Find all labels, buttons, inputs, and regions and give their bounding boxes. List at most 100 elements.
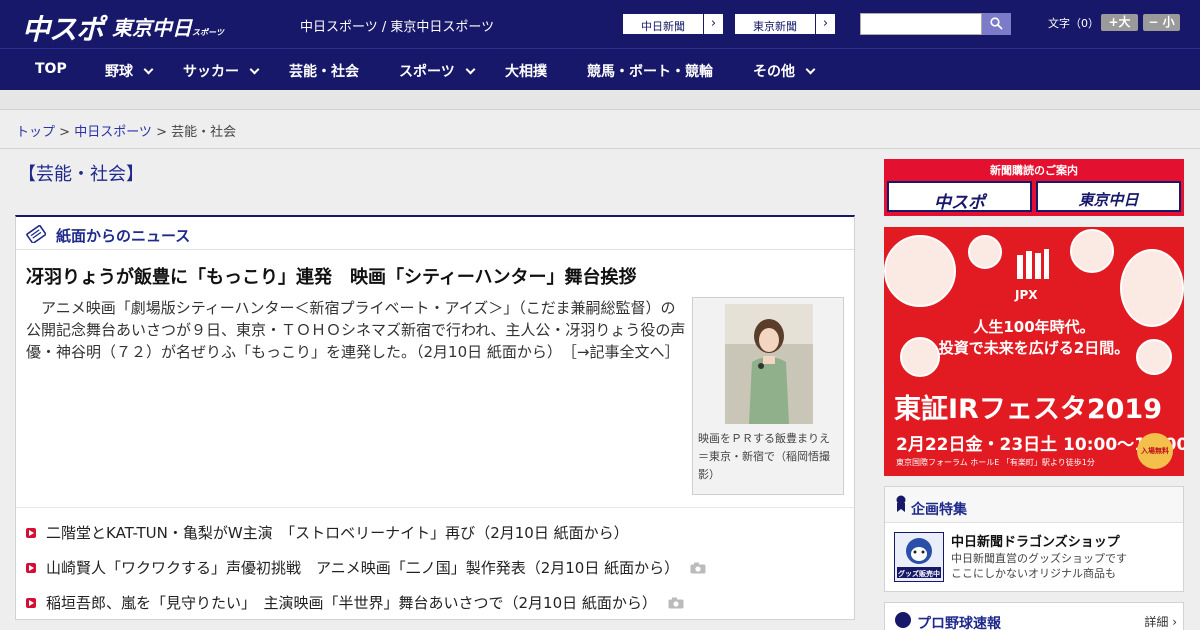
related-news-date: （2月10日 紙面から） xyxy=(525,559,680,577)
photo-caption: 映画をＰＲする飯豊まりえ＝東京・新宿で（稲岡悟撮影） xyxy=(698,432,830,481)
divider xyxy=(0,148,1200,149)
breadcrumb-top-link[interactable]: トップ xyxy=(16,125,55,140)
chevron-down-icon xyxy=(249,64,260,75)
news-panel-header: 紙面からのニュース xyxy=(16,217,854,250)
related-news-item[interactable]: 二階堂とKAT-TUN・亀梨がW主演 「ストロベリーナイト」再び（2月10日 紙… xyxy=(26,522,629,543)
ad-photo-small xyxy=(1070,229,1114,273)
headline-link[interactable]: 冴羽りょうが飯豊に「もっこり」連発 映画「シティーハンター」舞台挨拶 xyxy=(26,263,637,289)
site-links[interactable]: 中日スポーツ / 東京中日スポーツ xyxy=(300,16,494,35)
nav-other[interactable]: その他 xyxy=(753,61,816,81)
subscription-banner: 新聞購読のご案内 中スポ 東京中日 xyxy=(884,159,1184,216)
subscribe-chuspo-button[interactable]: 中スポ xyxy=(887,181,1032,213)
ad-tagline-1: 人生100年時代。 xyxy=(973,318,1095,336)
related-news-date: （2月10日 紙面から） xyxy=(503,594,657,612)
nav-top[interactable]: TOP xyxy=(35,61,67,77)
ad-photo-small xyxy=(968,235,1002,269)
page-title: 【芸能・社会】 xyxy=(18,164,144,185)
lead-text[interactable]: アニメ映画「劇場版シティーハンター＜新宿プライベート・アイズ＞」（こだま兼嗣総監… xyxy=(26,297,686,363)
news-section-title: 紙面からのニュース xyxy=(56,227,191,245)
nav-label: TOP xyxy=(35,61,67,77)
nav-sports[interactable]: スポーツ xyxy=(399,61,476,81)
dragons-shop-image[interactable]: グッズ販売中 xyxy=(894,532,944,582)
breadcrumb-separator: > xyxy=(55,125,75,140)
article-photo[interactable] xyxy=(725,304,813,424)
related-news-title: 二階堂とKAT-TUN・亀梨がW主演 「ストロベリーナイト」再び xyxy=(46,524,476,542)
pro-baseball-title: プロ野球速報 xyxy=(917,616,1001,630)
nav-label: サッカー xyxy=(183,64,239,80)
news-panel: 紙面からのニュース 冴羽りょうが飯豊に「もっこり」連発 映画「シティーハンター」… xyxy=(15,215,855,620)
chunichi-shimbun-label: 中日新聞 xyxy=(641,20,685,33)
chuspo-logo[interactable]: 中スポ xyxy=(22,8,104,48)
arrow-bullet-icon xyxy=(26,563,36,573)
font-bigger-button[interactable]: +大 xyxy=(1101,14,1138,31)
tokyo-chunichi-logo[interactable]: 東京中日スポーツ xyxy=(112,12,224,41)
ad-tagline-2: 投資で未来を広げる2日間。 xyxy=(938,339,1130,357)
ir-festa-ad[interactable]: JPX 人生100年時代。 投資で未来を広げる2日間。 東証IRフェスタ2019… xyxy=(884,227,1184,476)
search-button[interactable] xyxy=(982,13,1011,35)
camera-icon xyxy=(668,597,684,609)
nav-label: その他 xyxy=(753,64,795,80)
shop-image-label: グッズ販売中 xyxy=(898,570,940,578)
related-news-item[interactable]: 山崎賢人「ワクワクする」声優初挑戦 アニメ映画「二ノ国」製作発表（2月10日 紙… xyxy=(26,557,706,578)
font-smaller-button[interactable]: − 小 xyxy=(1143,14,1180,31)
ad-band xyxy=(0,90,1200,110)
nav-soccer[interactable]: サッカー xyxy=(183,61,260,81)
related-news-title: 稲垣吾郎、嵐を「見守りたい」 主演映画「半世界」舞台あいさつで xyxy=(46,594,504,612)
tokyo-shimbun-label: 東京新聞 xyxy=(753,20,797,33)
nav-label: 芸能・社会 xyxy=(289,64,359,80)
ad-venue: 東京国際フォーラム ホールE 「有楽町」駅より徒歩1分 xyxy=(896,458,1095,467)
dragons-shop-link[interactable]: 中日新聞ドラゴンズショップ xyxy=(951,531,1120,550)
font-size-label: 文字（0） xyxy=(1048,17,1099,30)
breadcrumb-chuspo-link[interactable]: 中日スポーツ xyxy=(74,125,152,140)
chevron-down-icon xyxy=(805,64,816,75)
chevron-right-icon: › xyxy=(703,14,723,34)
site-header: 中スポ 東京中日スポーツ 中日スポーツ / 東京中日スポーツ 中日新聞 › 東京… xyxy=(0,0,1200,48)
tokyo-shimbun-button[interactable]: 東京新聞 › xyxy=(734,13,836,35)
chunichi-shimbun-button[interactable]: 中日新聞 › xyxy=(622,13,724,35)
related-news-item[interactable]: 稲垣吾郎、嵐を「見守りたい」 主演映画「半世界」舞台あいさつで（2月10日 紙面… xyxy=(26,592,684,613)
related-news-title: 山崎賢人「ワクワクする」声優初挑戦 アニメ映画「二ノ国」製作発表 xyxy=(46,559,526,577)
nav-entertainment[interactable]: 芸能・社会 xyxy=(289,61,359,81)
search-input[interactable] xyxy=(860,13,982,35)
baseball-icon xyxy=(895,612,911,628)
nav-racing[interactable]: 競馬・ボート・競輪 xyxy=(587,61,713,81)
special-features-title: 企画特集 xyxy=(911,502,967,518)
divider xyxy=(16,507,854,508)
nav-label: 競馬・ボート・競輪 xyxy=(587,64,713,80)
ad-photo-woman xyxy=(884,235,956,307)
pro-baseball-more-link[interactable]: 詳細 › xyxy=(1144,613,1177,630)
pro-baseball-panel: プロ野球速報 詳細 › xyxy=(884,602,1184,630)
breadcrumb-separator: > xyxy=(151,125,172,140)
subscribe-chuspo-label: 中スポ xyxy=(934,193,985,213)
newspaper-icon xyxy=(26,225,46,243)
chevron-down-icon xyxy=(143,64,154,75)
jpx-label: JPX xyxy=(1015,288,1038,302)
special-features-header: 企画特集 xyxy=(885,487,1183,523)
chevron-right-icon: › xyxy=(815,14,835,34)
tokyo-logo-small: スポーツ xyxy=(192,28,224,37)
shop-desc-line: ここにしかないオリジナル商品も xyxy=(951,567,1116,580)
search-icon xyxy=(990,17,1003,30)
breadcrumb: トップ > 中日スポーツ > 芸能・社会 xyxy=(16,121,236,140)
nav-label: 野球 xyxy=(105,64,133,80)
dragons-shop-description: 中日新聞直営のグッズショップです ここにしかないオリジナル商品も xyxy=(951,551,1127,581)
ad-event-title: 東証IRフェスタ2019 xyxy=(894,394,1162,425)
nav-sumo[interactable]: 大相撲 xyxy=(505,61,547,81)
special-features-panel: 企画特集 グッズ販売中 中日新聞ドラゴンズショップ 中日新聞直営のグッズショップ… xyxy=(884,486,1184,592)
nav-label: 大相撲 xyxy=(505,64,547,80)
camera-icon xyxy=(690,562,706,574)
breadcrumb-current: 芸能・社会 xyxy=(171,125,237,140)
subscription-title: 新聞購読のご案内 xyxy=(990,164,1078,177)
ribbon-icon xyxy=(896,495,906,512)
photo-box: 映画をＰＲする飯豊まりえ＝東京・新宿で（稲岡悟撮影） xyxy=(692,297,844,495)
tokyo-logo-text: 東京中日 xyxy=(112,16,192,40)
chevron-down-icon xyxy=(465,64,476,75)
shop-desc-line: 中日新聞直営のグッズショップです xyxy=(951,552,1127,565)
arrow-bullet-icon xyxy=(26,598,36,608)
jpx-logo-icon xyxy=(1017,249,1049,279)
subscribe-tokyo-button[interactable]: 東京中日 xyxy=(1036,181,1181,212)
nav-baseball[interactable]: 野球 xyxy=(105,61,154,81)
arrow-bullet-icon xyxy=(26,528,36,538)
free-entry-badge: 入場無料 xyxy=(1137,433,1173,469)
related-news-date: （2月10日 紙面から） xyxy=(475,524,629,542)
